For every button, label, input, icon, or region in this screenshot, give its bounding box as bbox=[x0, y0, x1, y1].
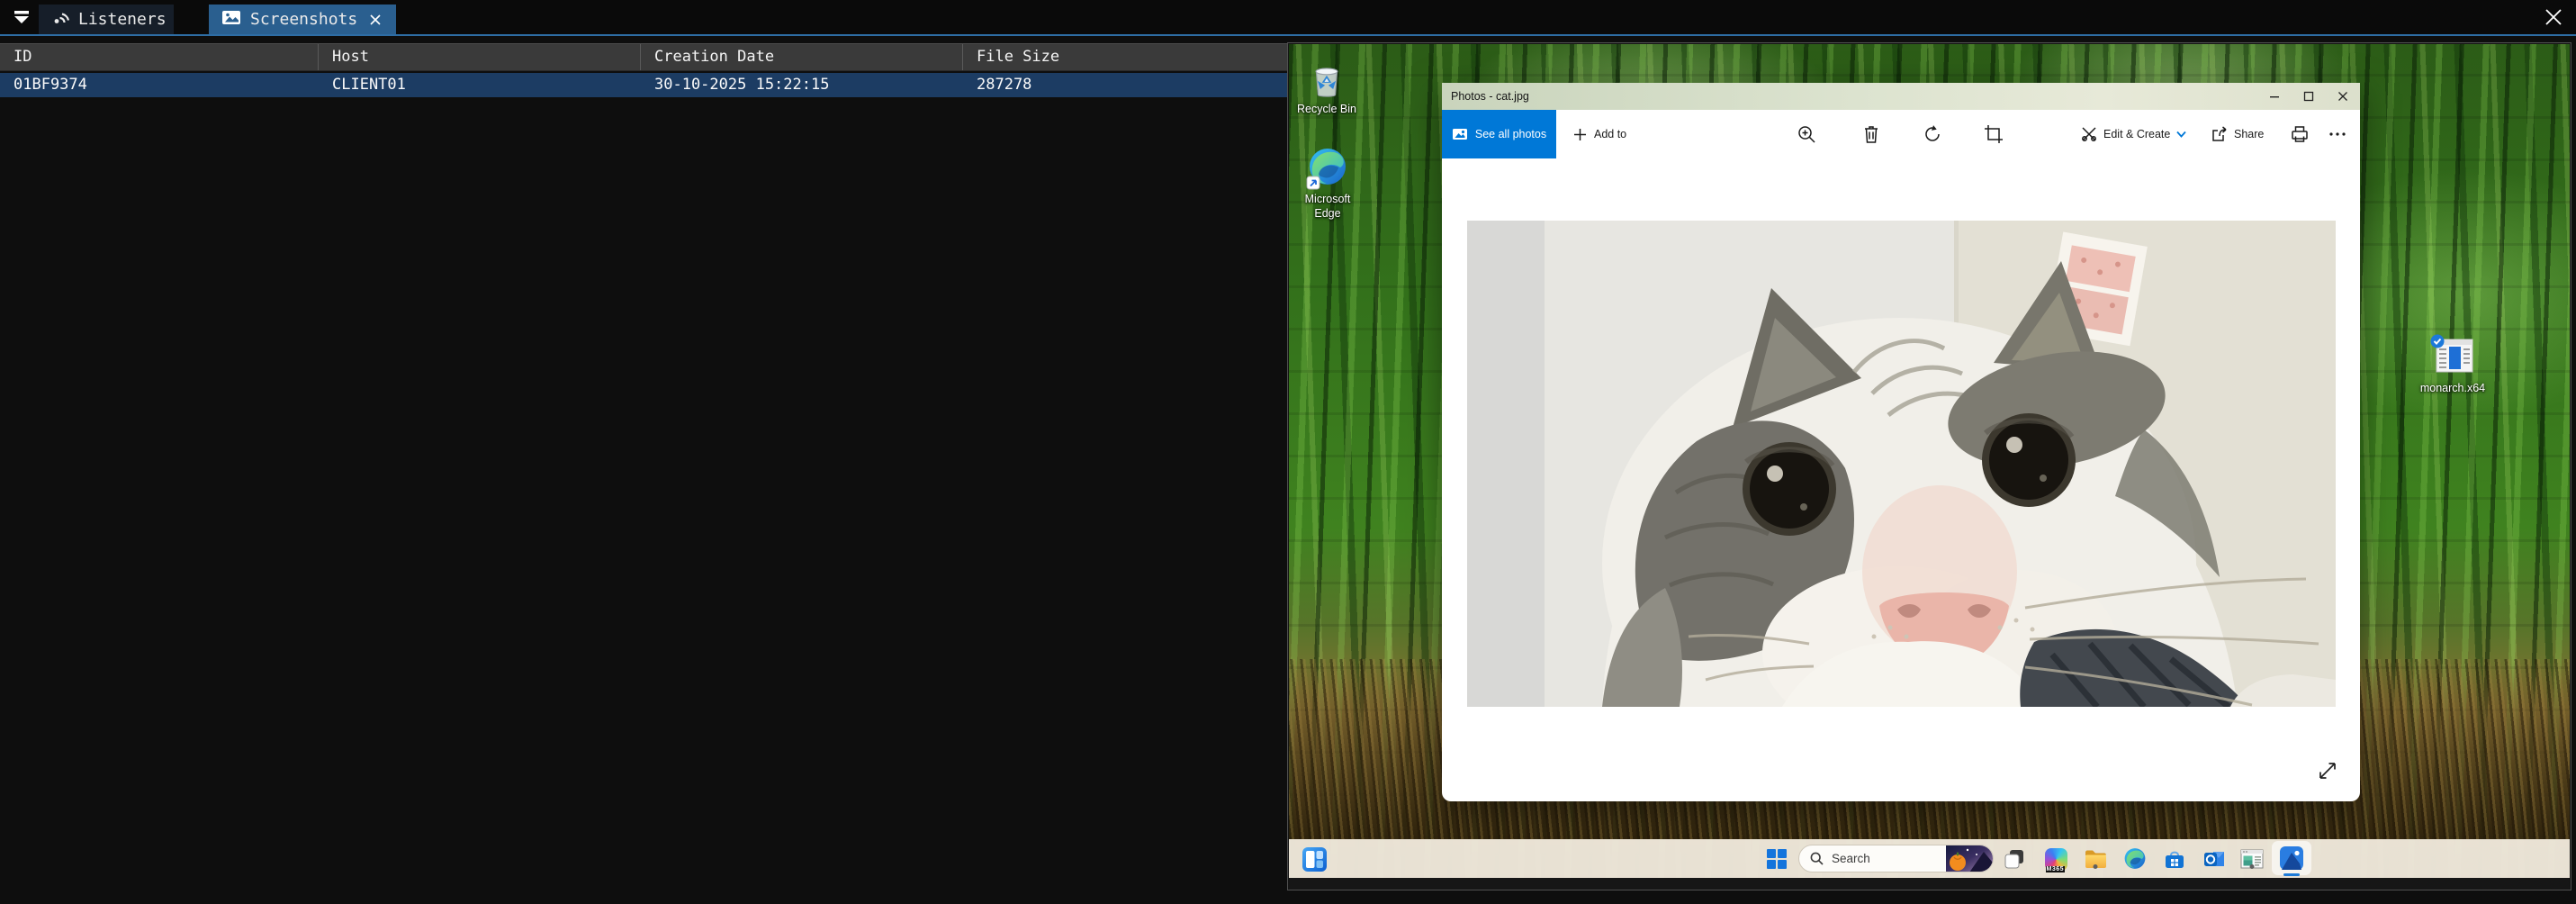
desktop-icon-label: monarch.x64 bbox=[2420, 382, 2485, 396]
window-title: Photos - cat.jpg bbox=[1451, 90, 1529, 103]
running-indicator bbox=[2250, 864, 2255, 869]
print-icon[interactable] bbox=[2282, 110, 2318, 158]
maximize-icon[interactable] bbox=[2292, 83, 2326, 110]
tab-label: Screenshots bbox=[250, 10, 357, 29]
collapse-menu-icon[interactable] bbox=[12, 7, 32, 27]
gallery-icon bbox=[1452, 127, 1468, 141]
crop-icon[interactable] bbox=[1976, 110, 2012, 158]
column-header-file-size[interactable]: File Size bbox=[963, 44, 1287, 70]
viewer-letterbox bbox=[1289, 878, 2570, 890]
image-icon bbox=[221, 8, 241, 31]
tab-listeners[interactable]: Listeners bbox=[39, 5, 174, 34]
app-window-icon bbox=[2429, 334, 2476, 379]
photos-toolbar: See all photos Add to bbox=[1442, 110, 2360, 158]
radar-icon bbox=[51, 8, 69, 31]
table-header: ID Host Creation Date File Size bbox=[0, 43, 1287, 71]
rotate-icon[interactable] bbox=[1914, 110, 1950, 158]
edit-create-button[interactable]: Edit & Create bbox=[2081, 110, 2186, 158]
search-highlight-image bbox=[1946, 845, 1993, 872]
active-app-indicator bbox=[2283, 873, 2300, 877]
copilot-icon[interactable]: M365 bbox=[2043, 846, 2068, 872]
tab-bar: Listeners Screenshots bbox=[0, 0, 2576, 36]
taskbar: Search bbox=[1289, 839, 2570, 878]
store-icon[interactable] bbox=[2162, 846, 2187, 872]
panel-close-icon[interactable] bbox=[2542, 5, 2565, 29]
edge-icon bbox=[1306, 147, 1349, 190]
search-icon bbox=[1810, 852, 1824, 865]
cat-photo[interactable] bbox=[1467, 221, 2336, 707]
cell-host: CLIENT01 bbox=[319, 73, 641, 97]
photos-taskbar-icon[interactable] bbox=[2272, 841, 2311, 875]
cell-creation-date: 30-10-2025 15:22:15 bbox=[641, 73, 963, 97]
m365-badge: M365 bbox=[2046, 866, 2066, 872]
more-icon[interactable] bbox=[2319, 110, 2355, 158]
edit-create-icon bbox=[2081, 126, 2097, 142]
outlook-icon[interactable] bbox=[2202, 846, 2227, 872]
add-to-button[interactable]: Add to bbox=[1566, 110, 1634, 158]
recycle-bin-icon bbox=[1306, 59, 1347, 100]
see-all-photos-button[interactable]: See all photos bbox=[1442, 110, 1556, 158]
task-view-icon[interactable] bbox=[2002, 846, 2027, 872]
screenshots-table: ID Host Creation Date File Size 01BF9374… bbox=[0, 36, 1287, 97]
tab-close-icon[interactable] bbox=[368, 13, 383, 27]
search-placeholder: Search bbox=[1832, 852, 1938, 865]
desktop-icon-edge[interactable]: Microsoft Edge bbox=[1289, 147, 1371, 221]
screenshot-viewer-panel[interactable]: Recycle Bin bbox=[1287, 42, 2571, 890]
tab-screenshots[interactable]: Screenshots bbox=[209, 5, 396, 34]
cell-id: 01BF9374 bbox=[0, 73, 319, 97]
start-icon[interactable] bbox=[1764, 846, 1789, 872]
share-icon bbox=[2211, 126, 2228, 142]
plus-icon bbox=[1573, 128, 1587, 141]
edge-taskbar-icon[interactable] bbox=[2122, 846, 2148, 872]
running-indicator bbox=[2094, 864, 2098, 869]
fullscreen-icon[interactable] bbox=[2317, 760, 2338, 782]
widgets-icon[interactable] bbox=[1302, 846, 1327, 872]
column-header-host[interactable]: Host bbox=[319, 44, 641, 70]
photos-window: Photos - cat.jpg bbox=[1442, 83, 2360, 801]
zoom-in-icon[interactable] bbox=[1788, 110, 1824, 158]
desktop-icon-recycle-bin[interactable]: Recycle Bin bbox=[1289, 59, 1370, 117]
cell-file-size: 287278 bbox=[963, 73, 1287, 97]
file-explorer-icon[interactable] bbox=[2083, 846, 2108, 872]
photos-content bbox=[1442, 158, 2360, 801]
photos-title-bar[interactable]: Photos - cat.jpg bbox=[1442, 83, 2360, 110]
column-header-creation-date[interactable]: Creation Date bbox=[641, 44, 963, 70]
tab-label: Listeners bbox=[78, 10, 167, 29]
desktop-icon-label: Microsoft Edge bbox=[1291, 193, 1365, 221]
close-icon[interactable] bbox=[2326, 83, 2360, 110]
remote-desktop: Recycle Bin bbox=[1289, 44, 2570, 878]
c2-application: Listeners Screenshots bbox=[0, 0, 2576, 904]
column-header-id[interactable]: ID bbox=[0, 44, 319, 70]
desktop-icon-monarch[interactable]: monarch.x64 bbox=[2409, 334, 2496, 396]
delete-icon[interactable] bbox=[1853, 110, 1889, 158]
desktop-icon-label: Recycle Bin bbox=[1297, 103, 1356, 117]
minimize-icon[interactable] bbox=[2257, 83, 2292, 110]
search-input[interactable]: Search bbox=[1798, 845, 1994, 872]
share-button[interactable]: Share bbox=[2211, 110, 2264, 158]
app-window-icon[interactable] bbox=[2239, 846, 2265, 872]
table-row[interactable]: 01BF9374 CLIENT01 30-10-2025 15:22:15 28… bbox=[0, 73, 1287, 97]
chevron-down-icon bbox=[2176, 131, 2186, 138]
